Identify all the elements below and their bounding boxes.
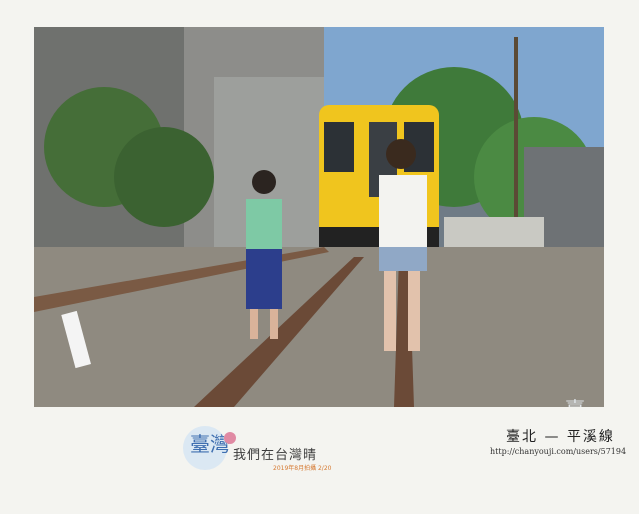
logo-main-text: 臺灣 [190,432,230,456]
caption-title: 臺北 — 平溪線 [506,429,615,445]
caption-url: http://chanyouji.com/users/57194 [490,447,627,456]
postcard-frame: 臺灣 臺灣 我們在台灣晴 2019年8月拍攝 2/20 臺北 — 平溪線 htt… [0,0,639,514]
main-photo: 臺灣 [34,27,604,407]
photo-watermark: 臺灣 [565,393,604,407]
photo-scene [34,27,604,407]
logo-date: 2019年8月拍攝 2/20 [273,465,332,472]
logo-slogan: 我們在台灣晴 [233,448,318,463]
